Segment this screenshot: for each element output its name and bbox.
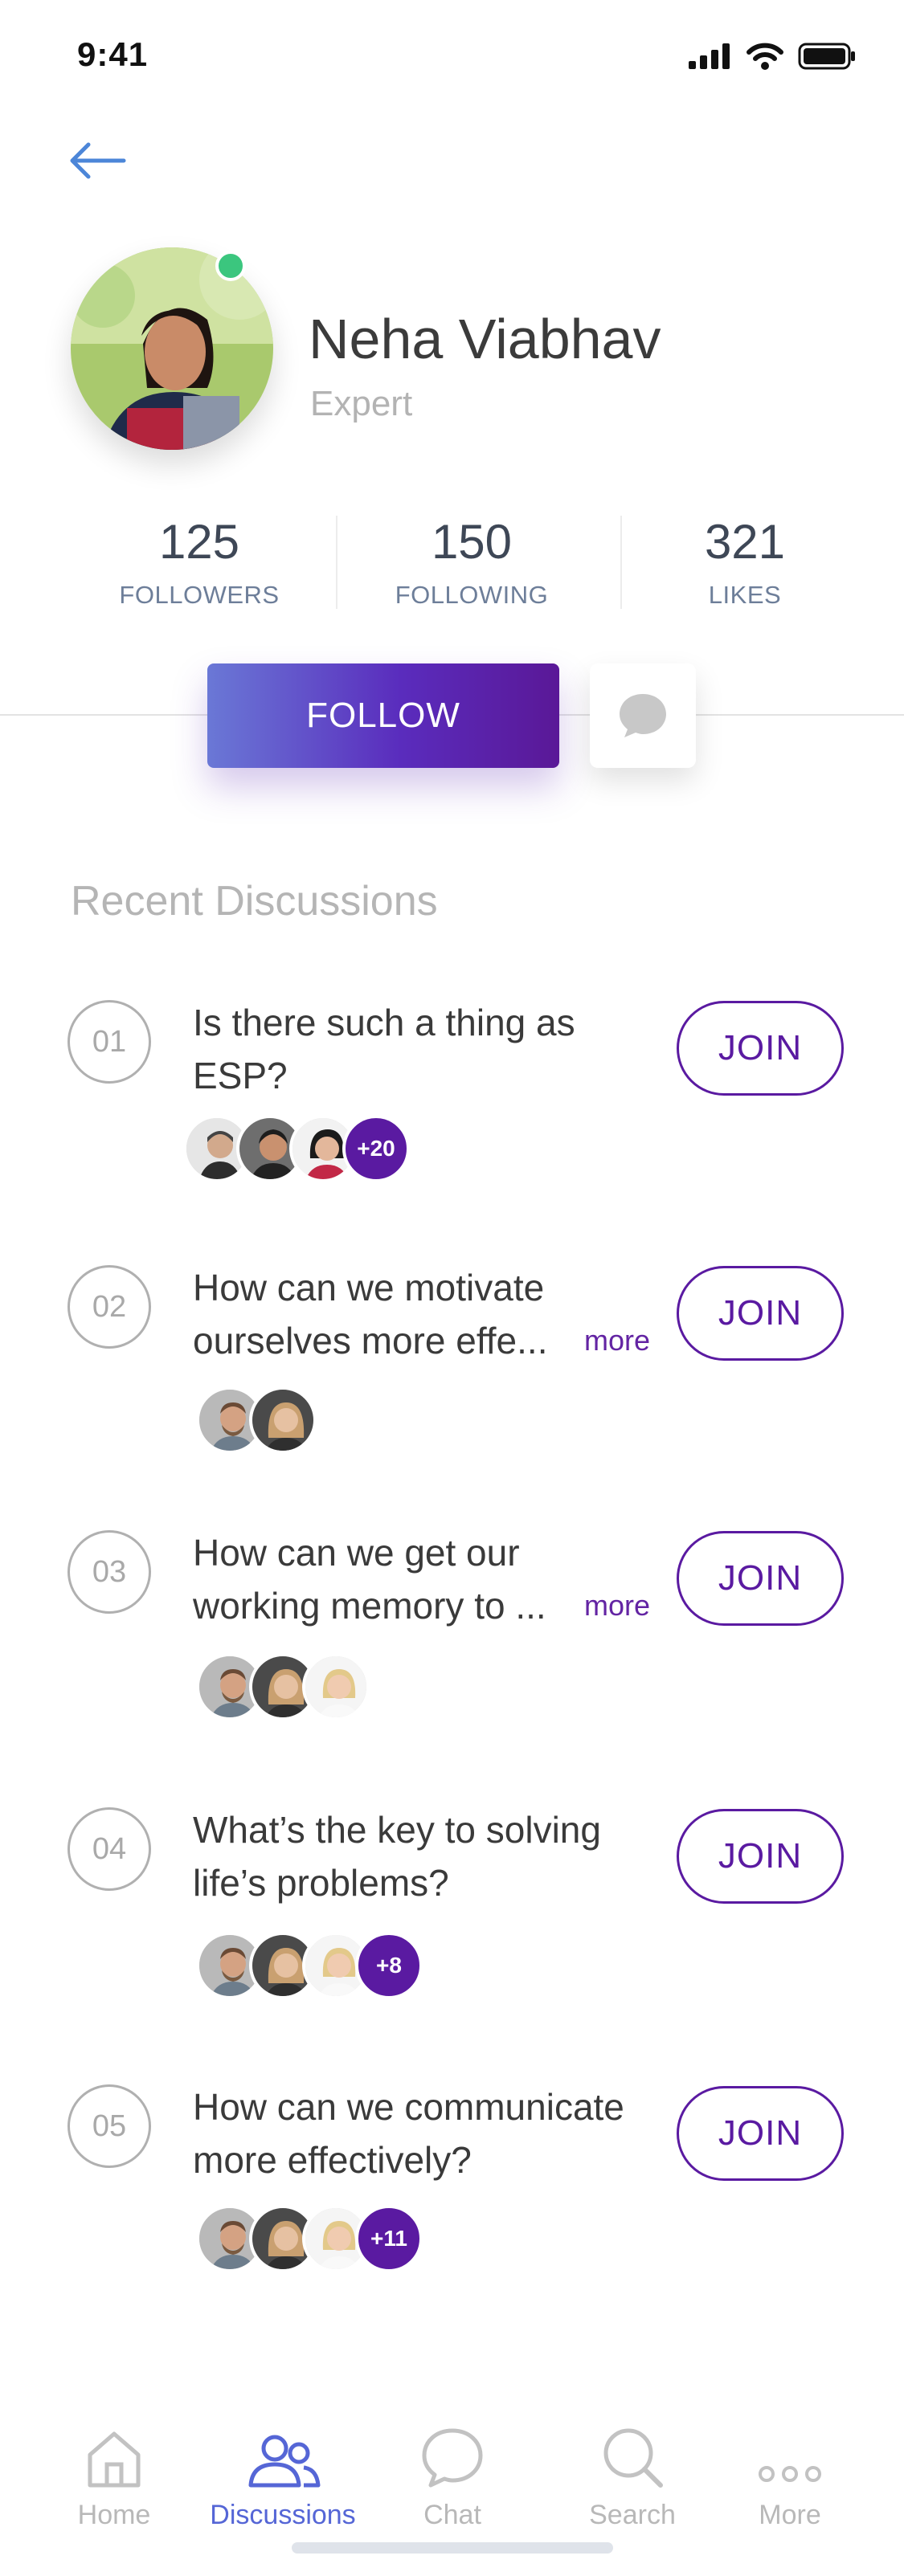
- question-line: Is there such a thing as: [193, 1002, 575, 1043]
- more-link[interactable]: more: [584, 1589, 650, 1623]
- profile-avatar: [71, 247, 273, 450]
- discussion-number: 03: [67, 1530, 151, 1614]
- back-arrow-icon[interactable]: [64, 137, 129, 185]
- discussion-question[interactable]: What’s the key to solving life’s problem…: [193, 1803, 675, 1909]
- discussion-number: 02: [67, 1265, 151, 1349]
- question-line: more effectively?: [193, 2139, 472, 2181]
- chat-bubble-icon: [620, 694, 666, 737]
- stat-value: 150: [431, 515, 513, 569]
- battery-icon: [798, 43, 855, 70]
- message-button[interactable]: [590, 663, 696, 768]
- join-button[interactable]: JOIN: [677, 1531, 844, 1626]
- follow-button[interactable]: FOLLOW: [207, 663, 559, 768]
- tab-label: Discussions: [210, 2500, 356, 2530]
- stat-label: LIKES: [708, 581, 782, 609]
- more-participants-badge: +8: [355, 1932, 423, 1999]
- discussion-number: 01: [67, 1000, 151, 1084]
- stat-followers[interactable]: 125 FOLLOWERS: [95, 514, 304, 610]
- stat-label: FOLLOWERS: [119, 581, 280, 609]
- tab-discussions[interactable]: Discussions: [202, 2418, 363, 2531]
- participant-avatars: [196, 1653, 370, 1721]
- chat-bubble-icon: [422, 2428, 483, 2488]
- question-line: How can we motivate: [193, 1267, 545, 1308]
- profile-role: Expert: [310, 384, 413, 423]
- stat-divider: [620, 516, 622, 609]
- tab-label: Home: [77, 2500, 151, 2530]
- discussion-number: 04: [67, 1807, 151, 1891]
- avatar: [249, 1386, 317, 1454]
- stat-following[interactable]: 150 FOLLOWING: [367, 514, 576, 610]
- stat-divider: [336, 516, 337, 609]
- home-indicator[interactable]: [292, 2542, 613, 2554]
- more-participants-badge: +20: [342, 1115, 410, 1182]
- online-status-dot: [215, 251, 246, 281]
- more-dots-icon: [759, 2466, 821, 2482]
- stat-label: FOLLOWING: [395, 581, 549, 609]
- question-line: What’s the key to solving: [193, 1809, 601, 1851]
- search-icon: [603, 2428, 663, 2488]
- tab-chat[interactable]: Chat: [372, 2418, 533, 2531]
- tab-search[interactable]: Search: [552, 2418, 713, 2531]
- join-button[interactable]: JOIN: [677, 1809, 844, 1904]
- stat-value: 125: [158, 515, 240, 569]
- join-button[interactable]: JOIN: [677, 2086, 844, 2181]
- status-icons: [689, 40, 856, 72]
- tab-home[interactable]: Home: [34, 2418, 194, 2531]
- participant-avatars: [196, 1386, 317, 1454]
- people-icon: [248, 2435, 321, 2488]
- more-participants-badge: +11: [355, 2205, 423, 2272]
- tab-more[interactable]: More: [710, 2418, 870, 2531]
- status-time: 9:41: [77, 35, 149, 73]
- more-link[interactable]: more: [584, 1324, 650, 1357]
- tab-label: Search: [589, 2500, 676, 2530]
- stat-likes[interactable]: 321 LIKES: [640, 514, 849, 610]
- wifi-icon: [747, 43, 783, 70]
- participant-avatars: +20: [183, 1115, 410, 1182]
- stat-value: 321: [704, 515, 786, 569]
- discussion-question[interactable]: Is there such a thing as ESP?: [193, 996, 675, 1102]
- recent-discussions-title: Recent Discussions: [71, 878, 438, 925]
- discussion-number: 05: [67, 2084, 151, 2168]
- join-button[interactable]: JOIN: [677, 1266, 844, 1361]
- cellular-signal-icon: [689, 43, 730, 69]
- profile-name: Neha Viabhav: [309, 308, 661, 370]
- participant-avatars: +8: [196, 1932, 423, 1999]
- question-line: life’s problems?: [193, 1862, 449, 1904]
- avatar: [302, 1653, 370, 1721]
- tab-label: Chat: [423, 2500, 481, 2530]
- home-icon: [88, 2431, 141, 2488]
- question-line: How can we get our: [193, 1532, 520, 1574]
- participant-avatars: +11: [196, 2205, 423, 2272]
- tab-label: More: [759, 2500, 821, 2530]
- question-line: ESP?: [193, 1055, 288, 1096]
- join-button[interactable]: JOIN: [677, 1001, 844, 1096]
- discussion-question[interactable]: How can we communicate more effectively?: [193, 2080, 675, 2186]
- question-line: How can we communicate: [193, 2086, 624, 2128]
